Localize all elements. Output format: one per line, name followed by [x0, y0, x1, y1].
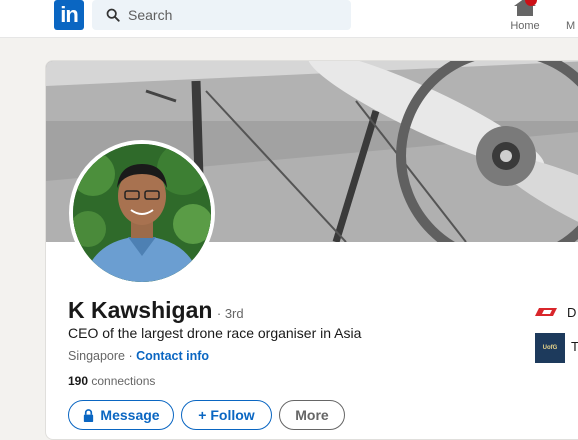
more-button[interactable]: More — [279, 400, 345, 430]
message-button[interactable]: Message — [68, 400, 174, 430]
profile-location: Singapore — [68, 349, 125, 363]
nav-item-home[interactable]: Home — [505, 0, 545, 38]
connections-number: 190 — [68, 374, 89, 388]
more-button-label: More — [295, 407, 329, 423]
experience-label: D — [567, 305, 577, 320]
university-logo: UofG — [535, 333, 565, 363]
contact-info-link[interactable]: Contact info — [136, 349, 209, 363]
follow-button[interactable]: + Follow — [181, 400, 272, 430]
avatar — [73, 144, 211, 282]
connections-label: connections — [88, 374, 156, 388]
search-bar[interactable] — [92, 0, 351, 30]
profile-headline: CEO of the largest drone race organiser … — [68, 325, 362, 341]
lock-icon — [84, 408, 94, 422]
follow-button-label: + Follow — [198, 407, 255, 423]
profile-card: K Kawshigan · 3rd CEO of the largest dro… — [45, 60, 578, 440]
red-chevron-logo — [535, 308, 557, 316]
message-button-label: Message — [100, 407, 160, 423]
search-icon — [106, 8, 120, 22]
nav-item-label: Home — [510, 20, 540, 32]
profile-name-row: K Kawshigan · 3rd — [68, 297, 244, 324]
separator: · — [125, 349, 137, 363]
nav-item-partial[interactable]: M — [566, 20, 575, 32]
search-input[interactable] — [128, 0, 338, 30]
location-row: Singapore · Contact info — [68, 349, 209, 363]
profile-photo[interactable] — [69, 140, 215, 286]
linkedin-logo[interactable]: in — [54, 0, 84, 30]
connection-degree: · 3rd — [216, 306, 244, 321]
connections-count[interactable]: 190 connections — [68, 374, 155, 388]
top-navigation-bar: in Home M — [0, 0, 578, 38]
experience-label: T — [571, 339, 578, 354]
profile-name: K Kawshigan — [68, 297, 213, 323]
